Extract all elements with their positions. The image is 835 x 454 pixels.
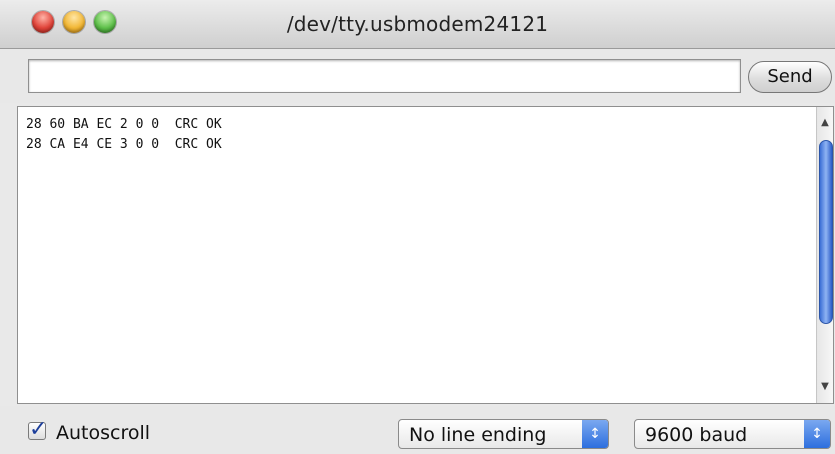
scroll-down-icon[interactable]: ▼ (817, 379, 833, 395)
checkmark-icon: ✓ (29, 417, 48, 442)
send-row: Send (0, 49, 835, 103)
line-ending-value: No line ending (409, 424, 547, 446)
select-arrows-icon: ↕ (804, 420, 830, 448)
serial-output: 28 60 BA EC 2 0 0 CRC OK 28 CA E4 CE 3 0… (17, 106, 834, 404)
send-button[interactable]: Send (748, 61, 832, 93)
console-line: 28 CA E4 CE 3 0 0 CRC OK (26, 137, 222, 152)
console-line: 28 60 BA EC 2 0 0 CRC OK (26, 117, 222, 132)
autoscroll-label: Autoscroll (56, 422, 151, 444)
scroll-up-icon[interactable]: ▲ (817, 115, 833, 131)
autoscroll-checkbox[interactable]: ✓ (28, 417, 47, 442)
title-bar: /dev/tty.usbmodem24121 (0, 0, 835, 49)
console-text: 28 60 BA EC 2 0 0 CRC OK 28 CA E4 CE 3 0… (26, 115, 222, 155)
line-ending-select[interactable]: No line ending ↕ (398, 419, 609, 449)
vertical-scrollbar[interactable]: ▲ ▼ (816, 107, 833, 403)
select-arrows-icon: ↕ (582, 420, 608, 448)
window-title: /dev/tty.usbmodem24121 (286, 12, 549, 36)
baud-rate-value: 9600 baud (645, 424, 748, 446)
scroll-thumb[interactable] (819, 140, 833, 324)
serial-input[interactable] (28, 59, 741, 93)
baud-rate-select[interactable]: 9600 baud ↕ (634, 419, 831, 449)
bottom-bar: ✓ Autoscroll No line ending ↕ 9600 baud … (0, 406, 835, 454)
